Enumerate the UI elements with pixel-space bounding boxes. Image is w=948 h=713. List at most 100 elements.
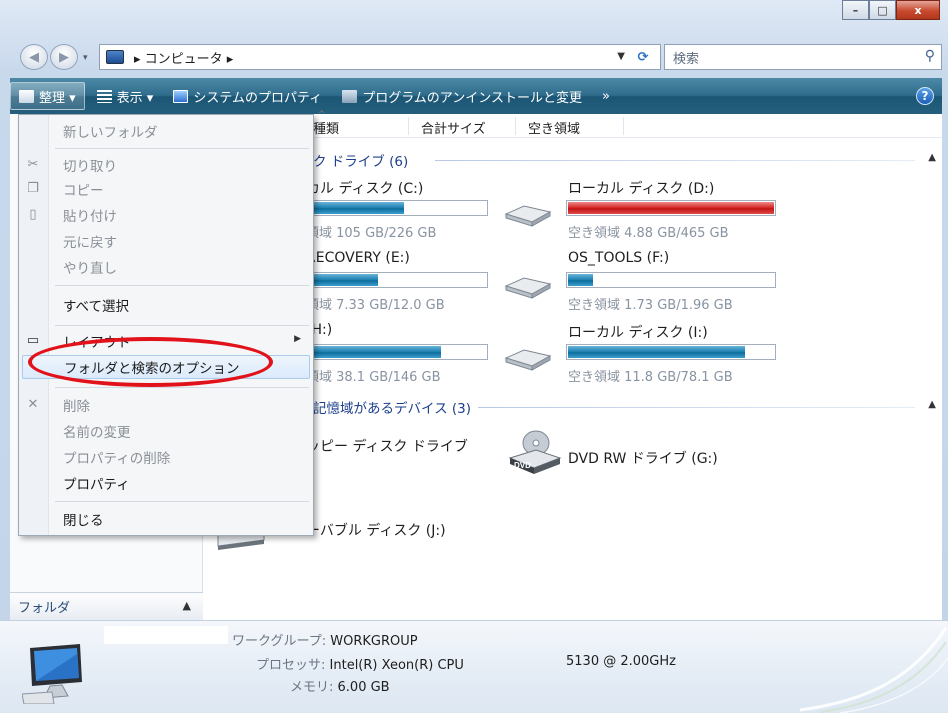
dvd-drive-icon: DVD [508,430,562,474]
collapse-icon[interactable]: ▲ [928,399,936,410]
search-placeholder: 検索 [673,51,700,67]
menu-item-label: プロパティ [63,477,130,493]
workgroup-value: WORKGROUP [330,634,418,649]
views-label: 表示 ▾ [116,90,154,106]
menu-separator [55,148,309,149]
menu-item-label: やり直し [63,261,117,277]
column-type[interactable]: 種類 [313,118,339,137]
hard-disk-icon [504,205,552,227]
menu-item-select-all[interactable]: すべて選択 [19,293,313,317]
sort-arrow-icon: ^ [318,110,326,120]
processor-key: プロセッサ: [256,658,326,673]
drive-free-space: 領域 105 GB/226 GB [306,226,437,241]
drive-usage-fill [568,346,745,358]
menu-item-properties[interactable]: プロパティ [19,471,313,495]
drive-usage-bar [306,344,488,360]
menu-item-undo[interactable]: 元に戻す [19,229,313,253]
menu-separator [55,387,309,388]
removable-disk-name: ーバブル ディスク (J:) [306,523,446,539]
drive-name: ローカル ディスク (I:) [568,325,708,341]
menu-item-delete[interactable]: ✕ 削除 [19,393,313,417]
drive-usage-fill [308,346,441,358]
column-divider[interactable] [408,117,409,135]
menu-item-copy[interactable]: ❐ コピー [19,177,313,201]
more-commands-button[interactable]: » [594,82,618,110]
title-bar: – □ x [0,0,948,36]
dvd-drive-name: DVD RW ドライブ (G:) [568,451,718,467]
menu-item-rename[interactable]: 名前の変更 [19,419,313,443]
drive-usage-fill [568,274,593,286]
collapse-icon[interactable]: ▲ [928,152,936,163]
menu-item-label: 新しいフォルダ [63,125,158,141]
memory-row: メモリ: 6.00 GB [290,676,390,695]
menu-item-paste[interactable]: ▯ 貼り付け [19,203,313,227]
drive-free-space: 領域 7.33 GB/12.0 GB [306,298,445,313]
computer-icon [22,644,82,704]
menu-item-label: プロパティの削除 [63,451,171,467]
organize-menu: 新しいフォルダ ✂ 切り取り ❐ コピー ▯ 貼り付け 元に戻す やり直し すべて選択… [18,114,314,536]
menu-item-close[interactable]: 閉じる [19,507,313,531]
menu-item-label: すべて選択 [63,299,130,315]
drive-free-space: 空き領域 4.88 GB/465 GB [568,226,729,241]
group-divider [478,407,915,408]
back-button[interactable]: ◀ [20,44,48,70]
drive-usage-bar [566,200,776,216]
computer-icon [106,50,124,64]
drive-usage-fill [308,202,404,214]
submenu-arrow-icon: ▶ [294,334,301,344]
menu-separator [55,501,309,502]
chevron-up-icon: ▲ [182,599,191,612]
drive-name: OS_TOOLS (F:) [568,250,670,266]
minimize-button[interactable]: – [842,0,869,20]
menu-separator [55,285,309,286]
scissors-icon: ✂ [27,157,39,172]
menu-item-label: 閉じる [63,513,104,529]
drive-name: RECOVERY (E:) [306,250,410,266]
layout-icon: ▭ [26,333,40,348]
breadcrumb[interactable]: ▸ コンピュータ ▸ [134,48,233,67]
menu-item-redo[interactable]: やり直し [19,255,313,279]
uninstall-programs-button[interactable]: プログラムのアンインストールと変更 [334,82,590,110]
system-properties-button[interactable]: システムのプロパティ [165,82,330,110]
search-input[interactable]: 検索 ⚲ [664,44,942,70]
help-icon[interactable]: ? [916,87,934,105]
column-divider[interactable] [515,117,516,135]
folders-label: フォルダ [18,601,71,616]
drive-usage-fill [568,202,774,214]
drive-name: ローカル ディスク (D:) [568,181,715,197]
organize-button[interactable]: 整理 ▾ [10,82,85,110]
address-dropdown-icon[interactable]: ▼ [617,51,625,62]
folders-toggle[interactable]: フォルダ ▲ [10,592,203,620]
column-total-size[interactable]: 合計サイズ [421,118,486,137]
hard-disk-icon [504,349,552,371]
forward-button[interactable]: ▶ [50,44,78,70]
workgroup-row: ワークグループ: WORKGROUP [232,630,418,649]
refresh-icon[interactable]: ⟳ [630,47,656,67]
menu-item-new-folder[interactable]: 新しいフォルダ [19,119,313,143]
search-icon[interactable]: ⚲ [925,48,935,64]
column-divider[interactable] [623,117,624,135]
caption-buttons: – □ x [842,0,940,20]
address-bar[interactable]: ▸ コンピュータ ▸ ▼ ⟳ [99,44,661,70]
menu-item-label: 名前の変更 [63,425,131,441]
processor-speed: 5130 @ 2.00GHz [566,654,676,669]
forward-arrow-icon: ▶ [59,49,69,65]
column-free-space[interactable]: 空き領域 [528,118,580,137]
close-button[interactable]: x [896,0,940,20]
hard-disk-icon [504,277,552,299]
group-title: 記憶域があるデバイス (3) [313,401,472,417]
command-bar: 整理 ▾ 表示 ▾ システムのプロパティ プログラムのアンインストールと変更 »… [10,78,942,114]
drive-usage-bar [306,272,488,288]
menu-item-remove-properties[interactable]: プロパティの削除 [19,445,313,469]
drive-free-space: 空き領域 1.73 GB/1.96 GB [568,298,733,313]
drive-usage-bar [566,272,776,288]
menu-item-label: 元に戻す [63,235,117,251]
views-button[interactable]: 表示 ▾ [89,82,162,110]
menu-item-cut[interactable]: ✂ 切り取り [19,153,313,177]
drive-free-space: 領域 38.1 GB/146 GB [306,370,441,385]
back-arrow-icon: ◀ [29,49,39,65]
recent-pages-chevron-icon[interactable]: ▾ [83,53,88,63]
menu-item-label: 削除 [63,399,90,415]
views-icon [96,89,112,103]
maximize-button[interactable]: □ [869,0,896,20]
